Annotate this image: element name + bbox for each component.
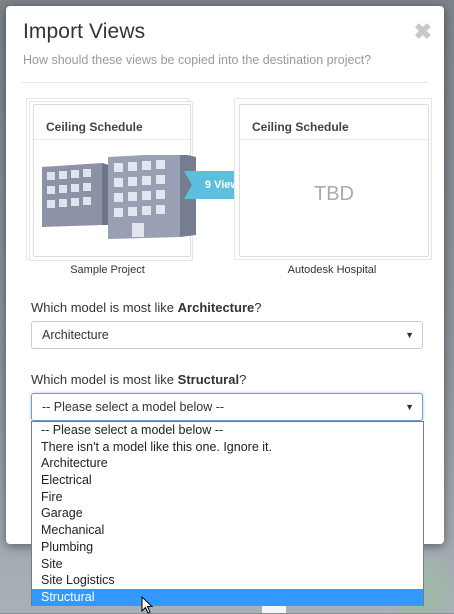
mouse-cursor-icon	[141, 596, 154, 614]
structural-model-select[interactable]: -- Please select a model below -- ▼	[31, 393, 423, 421]
structural-question-label: Which model is most like Structural?	[31, 372, 247, 387]
dropdown-option[interactable]: Plumbing	[32, 539, 423, 556]
close-icon[interactable]: ✖	[414, 21, 432, 43]
architecture-select-value: Architecture	[42, 328, 109, 342]
architecture-model-select[interactable]: Architecture ▼	[31, 321, 423, 349]
source-view-title: Ceiling Schedule	[46, 120, 143, 134]
source-project-card: Ceiling Schedule	[33, 104, 196, 257]
dialog-title: Import Views	[23, 20, 146, 43]
header-divider	[22, 82, 428, 83]
source-project-name: Sample Project	[70, 264, 145, 276]
dropdown-option[interactable]: Garage	[32, 505, 423, 522]
destination-project-name: Autodesk Hospital	[287, 264, 377, 276]
destination-view-title: Ceiling Schedule	[252, 120, 349, 134]
structural-select-value: -- Please select a model below --	[42, 400, 225, 414]
dropdown-option[interactable]: There isn't a model like this one. Ignor…	[32, 439, 423, 456]
card-divider	[34, 139, 190, 140]
tbd-placeholder: TBD	[314, 183, 354, 205]
chevron-down-icon: ▼	[405, 330, 414, 340]
dropdown-option[interactable]: Site	[32, 556, 423, 573]
architecture-question-label: Which model is most like Architecture?	[31, 300, 262, 315]
dropdown-option[interactable]: Mechanical	[32, 522, 423, 539]
dropdown-option[interactable]: Architecture	[32, 455, 423, 472]
chevron-down-icon: ▼	[405, 402, 414, 412]
dropdown-option-highlighted[interactable]: Structural	[32, 588, 423, 606]
dialog-subtitle: How should these views be copied into th…	[23, 53, 372, 67]
destination-project-card: Ceiling Schedule TBD	[239, 104, 429, 257]
card-divider	[240, 139, 428, 140]
dropdown-option[interactable]: Fire	[32, 489, 423, 506]
dropdown-option[interactable]: -- Please select a model below --	[32, 422, 423, 439]
dropdown-option[interactable]: Electrical	[32, 472, 423, 489]
structural-model-dropdown-list: -- Please select a model below -- There …	[31, 421, 424, 606]
dropdown-option[interactable]: Site Logistics	[32, 572, 423, 589]
